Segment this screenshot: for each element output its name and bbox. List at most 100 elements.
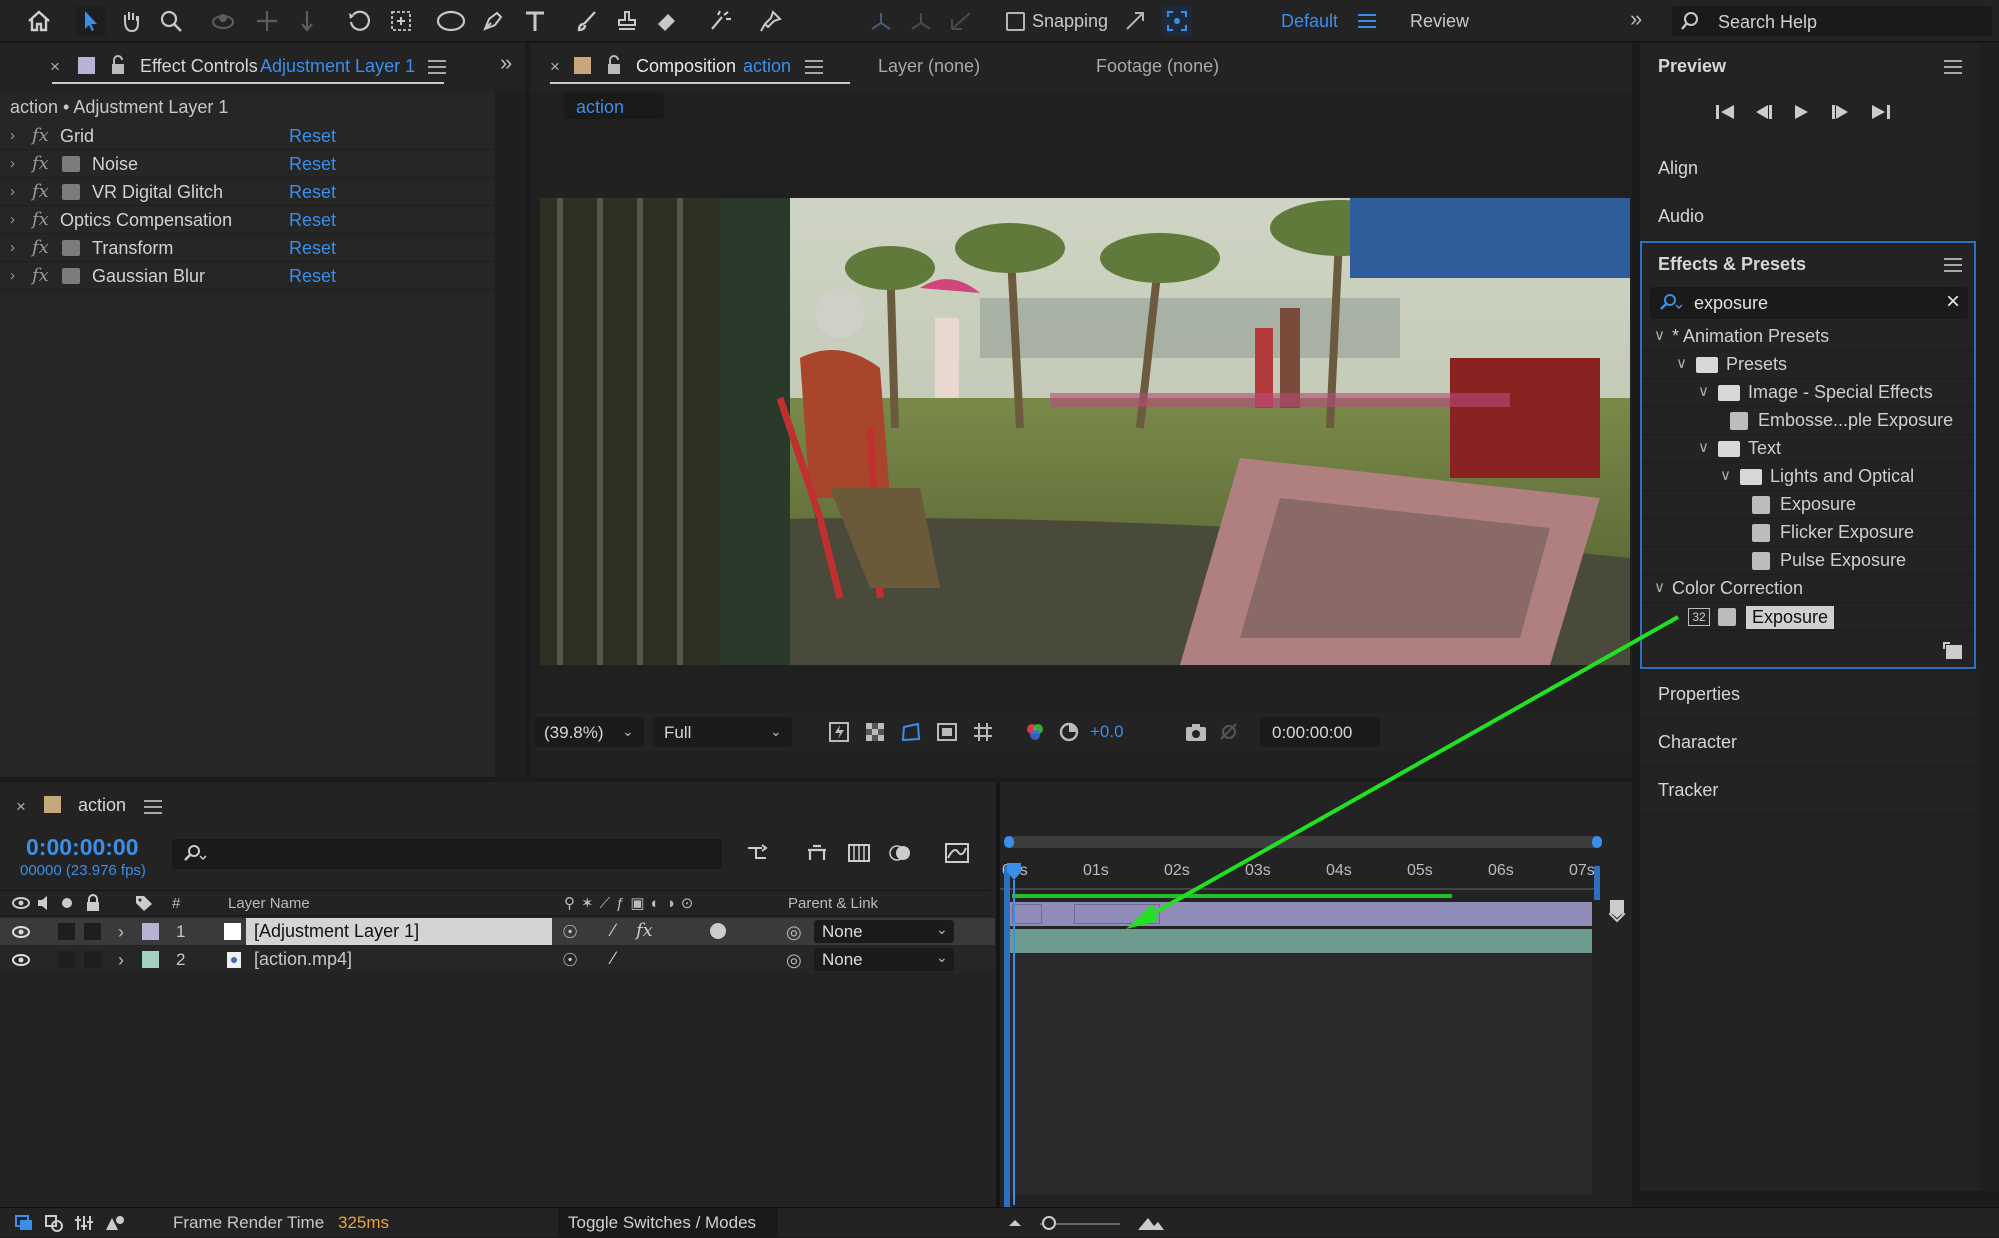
shy-switch-icon[interactable]: ☉ xyxy=(562,950,578,971)
chevron-right-icon[interactable]: › xyxy=(10,183,15,200)
dolly-camera-icon[interactable] xyxy=(292,6,322,36)
footage-tab[interactable]: Footage (none) xyxy=(1096,56,1219,77)
prev-frame-icon[interactable] xyxy=(1752,103,1774,121)
clone-stamp-icon[interactable] xyxy=(612,6,642,36)
stretch-icon[interactable] xyxy=(104,1214,126,1232)
effect-reset-link[interactable]: Reset xyxy=(289,238,336,259)
preset-tree-row[interactable]: ∨ * Animation Presets xyxy=(1642,323,1974,351)
close-tab-icon[interactable]: × xyxy=(50,57,60,77)
adjustment-layer-bar[interactable] xyxy=(1010,902,1592,926)
region-of-interest-icon[interactable] xyxy=(936,721,958,743)
snap-target-icon[interactable] xyxy=(1162,6,1192,36)
fast-previews-icon[interactable] xyxy=(828,721,850,743)
workspace-review[interactable]: Review xyxy=(1410,11,1469,32)
transfer-controls-icon[interactable] xyxy=(74,1214,94,1232)
grid-guides-icon[interactable] xyxy=(972,721,994,743)
footage-layer-bar[interactable] xyxy=(1010,929,1592,953)
layer-tab[interactable]: Layer (none) xyxy=(878,56,980,77)
navigator-start-handle[interactable] xyxy=(1004,836,1014,848)
parent-dropdown[interactable]: None ⌄ xyxy=(814,920,954,943)
pen-tool-icon[interactable] xyxy=(478,6,508,36)
chevron-right-icon[interactable]: › xyxy=(118,922,124,943)
audio-panel[interactable]: Audio xyxy=(1640,193,1980,239)
effect-reset-link[interactable]: Reset xyxy=(289,126,336,147)
orbit-camera-icon[interactable] xyxy=(208,6,238,36)
quality-switch-icon[interactable]: ∕ xyxy=(612,920,615,941)
effect-controls-scrollbar[interactable] xyxy=(495,91,525,777)
mask-path-visibility-icon[interactable] xyxy=(900,721,922,743)
chevron-down-icon[interactable]: ∨ xyxy=(1698,382,1709,400)
parent-dropdown[interactable]: None ⌄ xyxy=(814,948,954,971)
shy-switch-icon[interactable]: ☉ xyxy=(562,922,578,943)
lock-icon[interactable] xyxy=(606,55,622,75)
panel-menu-icon[interactable] xyxy=(428,60,446,74)
close-tab-icon[interactable]: × xyxy=(550,57,560,77)
preset-tree-row[interactable]: ∨ Lights and Optical xyxy=(1642,463,1974,491)
effect-reset-link[interactable]: Reset xyxy=(289,210,336,231)
quality-switch-icon[interactable]: ∕ xyxy=(612,948,615,969)
exposure-value[interactable]: +0.0 xyxy=(1090,722,1124,742)
frame-blending-icon[interactable] xyxy=(846,842,872,864)
pickwhip-icon[interactable]: ◎ xyxy=(786,950,802,971)
solo-switch[interactable] xyxy=(58,923,75,940)
panel-menu-icon[interactable] xyxy=(1944,258,1962,272)
snapping-checkbox[interactable] xyxy=(1006,12,1025,31)
chevron-down-icon[interactable]: ∨ xyxy=(1654,326,1665,344)
last-frame-icon[interactable] xyxy=(1870,103,1892,121)
zoom-dropdown[interactable]: (39.8%) ⌄ xyxy=(534,717,644,747)
preset-tree-row[interactable]: Flicker Exposure xyxy=(1642,519,1974,547)
properties-panel[interactable]: Properties xyxy=(1640,671,1980,717)
preset-tree-row[interactable]: Pulse Exposure xyxy=(1642,547,1974,575)
chevron-right-icon[interactable]: › xyxy=(10,211,15,228)
preset-tree-row[interactable]: ∨ Text xyxy=(1642,435,1974,463)
shy-layers-icon[interactable] xyxy=(804,842,830,864)
first-frame-icon[interactable] xyxy=(1714,103,1736,121)
type-tool-icon[interactable] xyxy=(520,6,550,36)
workspace-overflow-icon[interactable]: » xyxy=(1630,6,1642,32)
effect-switch-icon[interactable]: fx xyxy=(636,920,653,941)
preset-tree-row[interactable]: ∨ Color Correction xyxy=(1642,575,1974,603)
fx-toggle-icon[interactable]: fx xyxy=(32,209,49,230)
toggle-switches-modes-button[interactable]: Toggle Switches / Modes xyxy=(558,1208,778,1238)
snap-expand-icon[interactable] xyxy=(1120,6,1150,36)
timeline-tab[interactable]: action xyxy=(78,795,126,816)
timeline-search-input[interactable] xyxy=(172,839,722,869)
chevron-right-icon[interactable]: › xyxy=(10,267,15,284)
effects-search-input[interactable]: exposure × xyxy=(1650,287,1968,319)
effect-controls-tab-layer[interactable]: Adjustment Layer 1 xyxy=(260,56,415,77)
fx-toggle-icon[interactable]: fx xyxy=(32,181,49,202)
preset-tree-row[interactable]: Embosse...ple Exposure xyxy=(1642,407,1974,435)
effect-row[interactable]: › fx Optics Compensation Reset xyxy=(0,206,495,234)
motion-blur-icon[interactable] xyxy=(888,842,914,864)
hand-tool-icon[interactable] xyxy=(116,6,146,36)
reset-exposure-icon[interactable] xyxy=(1058,721,1080,743)
chevron-right-icon[interactable]: › xyxy=(118,950,124,971)
fx-toggle-icon[interactable]: fx xyxy=(32,237,49,258)
solo-icon[interactable] xyxy=(62,898,72,908)
channel-rgb-icon[interactable] xyxy=(1024,721,1046,743)
preview-title[interactable]: Preview xyxy=(1658,56,1726,77)
comp-flowchart-icon[interactable] xyxy=(746,842,772,864)
eraser-tool-icon[interactable] xyxy=(652,6,682,36)
lock-icon[interactable] xyxy=(110,55,126,75)
effect-reset-link[interactable]: Reset xyxy=(289,154,336,175)
clear-search-icon[interactable]: × xyxy=(1946,288,1960,316)
playhead-marker[interactable] xyxy=(1006,862,1022,882)
effect-row[interactable]: › fx Grid Reset xyxy=(0,122,495,150)
show-snapshot-icon[interactable] xyxy=(1218,721,1240,743)
tracker-panel[interactable]: Tracker xyxy=(1640,767,1980,813)
adjustment-switch-icon[interactable] xyxy=(710,923,726,939)
speaker-icon[interactable] xyxy=(36,895,54,911)
timeline-timecode[interactable]: 0:00:00:00 xyxy=(26,834,139,861)
transparency-grid-icon[interactable] xyxy=(864,721,886,743)
composition-tab-comp[interactable]: action xyxy=(743,56,791,77)
effect-row[interactable]: › fx Noise Reset xyxy=(0,150,495,178)
pan-camera-icon[interactable] xyxy=(252,6,282,36)
snapshot-camera-icon[interactable] xyxy=(1184,721,1208,743)
zoom-out-icon[interactable] xyxy=(1006,1216,1024,1228)
pickwhip-icon[interactable]: ◎ xyxy=(786,922,802,943)
rotation-tool-icon[interactable] xyxy=(344,6,374,36)
visibility-eye-icon[interactable] xyxy=(11,925,31,939)
chevron-right-icon[interactable]: › xyxy=(10,127,15,144)
play-icon[interactable] xyxy=(1792,103,1810,121)
